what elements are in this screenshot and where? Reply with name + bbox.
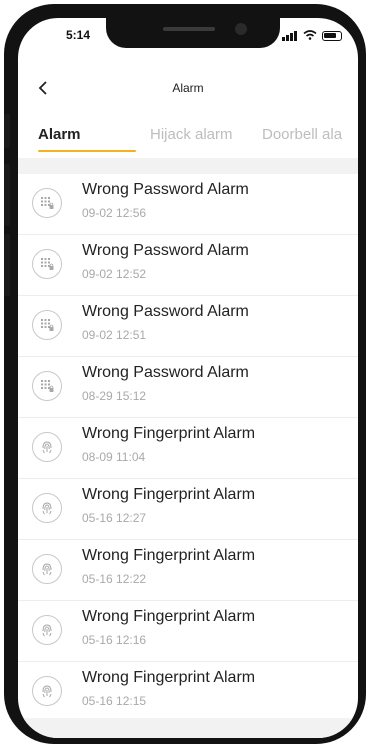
phone-side-button: [4, 114, 10, 148]
alarm-timestamp: 05-16 12:15: [82, 694, 147, 708]
fingerprint-icon: [32, 432, 62, 462]
tab-alarm[interactable]: Alarm: [38, 126, 81, 143]
alarm-timestamp: 08-29 15:12: [82, 389, 147, 403]
alarm-list-item[interactable]: Wrong Fingerprint Alarm 05-16 12:15: [18, 662, 358, 723]
alarm-title: Wrong Fingerprint Alarm: [82, 547, 256, 564]
keypad-lock-icon: [32, 371, 62, 401]
fingerprint-icon: [32, 493, 62, 523]
keypad-lock-icon: [32, 310, 62, 340]
signal-icon: [282, 31, 298, 41]
status-time: 5:14: [66, 28, 91, 42]
alarm-timestamp: 09-02 12:52: [82, 267, 147, 281]
alarm-list: Wrong Password Alarm 09-02 12:56 Wrong Pas…: [18, 174, 358, 723]
fingerprint-icon: [32, 676, 62, 706]
section-divider: [18, 158, 358, 174]
keypad-lock-icon: [32, 249, 62, 279]
phone-side-button: [4, 234, 10, 296]
alarm-timestamp: 09-02 12:51: [82, 328, 147, 342]
page-title: Alarm: [172, 81, 204, 95]
alarm-title: Wrong Fingerprint Alarm: [82, 425, 256, 442]
alarm-list-item[interactable]: Wrong Password Alarm 08-29 15:12: [18, 357, 358, 418]
fingerprint-icon: [32, 615, 62, 645]
active-tab-indicator: [38, 150, 136, 152]
alarm-list-item[interactable]: Wrong Fingerprint Alarm 05-16 12:27: [18, 479, 358, 540]
alarm-list-item[interactable]: Wrong Fingerprint Alarm 05-16 12:22: [18, 540, 358, 601]
phone-frame: 5:14 Alarm Alarm Hijack alarm Doorbell a…: [4, 4, 366, 744]
alarm-title: Wrong Password Alarm: [82, 242, 249, 259]
alarm-list-item[interactable]: Wrong Password Alarm 09-02 12:56: [18, 174, 358, 235]
alarm-timestamp: 05-16 12:16: [82, 633, 147, 647]
tab-hijack-alarm[interactable]: Hijack alarm: [150, 126, 233, 143]
alarm-title: Wrong Password Alarm: [82, 181, 249, 198]
alarm-list-item[interactable]: Wrong Fingerprint Alarm 08-09 11:04: [18, 418, 358, 479]
tab-bar: Alarm Hijack alarm Doorbell ala: [18, 118, 358, 158]
alarm-title: Wrong Password Alarm: [82, 303, 249, 320]
alarm-timestamp: 05-16 12:22: [82, 572, 147, 586]
keypad-lock-icon: [32, 188, 62, 218]
tab-doorbell-alarm[interactable]: Doorbell ala: [262, 126, 342, 143]
wifi-icon: [303, 27, 317, 45]
home-indicator-area: [18, 718, 358, 738]
alarm-title: Wrong Fingerprint Alarm: [82, 486, 256, 503]
alarm-timestamp: 05-16 12:27: [82, 511, 147, 525]
camera: [235, 23, 247, 35]
alarm-title: Wrong Fingerprint Alarm: [82, 608, 256, 625]
fingerprint-icon: [32, 554, 62, 584]
alarm-title: Wrong Password Alarm: [82, 364, 249, 381]
alarm-list-item[interactable]: Wrong Fingerprint Alarm 05-16 12:16: [18, 601, 358, 662]
phone-side-button: [4, 164, 10, 226]
alarm-list-item[interactable]: Wrong Password Alarm 09-02 12:52: [18, 235, 358, 296]
speaker: [163, 27, 215, 31]
alarm-title: Wrong Fingerprint Alarm: [82, 669, 256, 686]
alarm-list-item[interactable]: Wrong Password Alarm 09-02 12:51: [18, 296, 358, 357]
alarm-timestamp: 09-02 12:56: [82, 206, 147, 220]
status-indicators: [282, 27, 342, 45]
phone-screen: 5:14 Alarm Alarm Hijack alarm Doorbell a…: [18, 18, 358, 738]
notch: [106, 18, 280, 48]
alarm-timestamp: 08-09 11:04: [82, 450, 146, 464]
battery-icon: [322, 31, 342, 41]
